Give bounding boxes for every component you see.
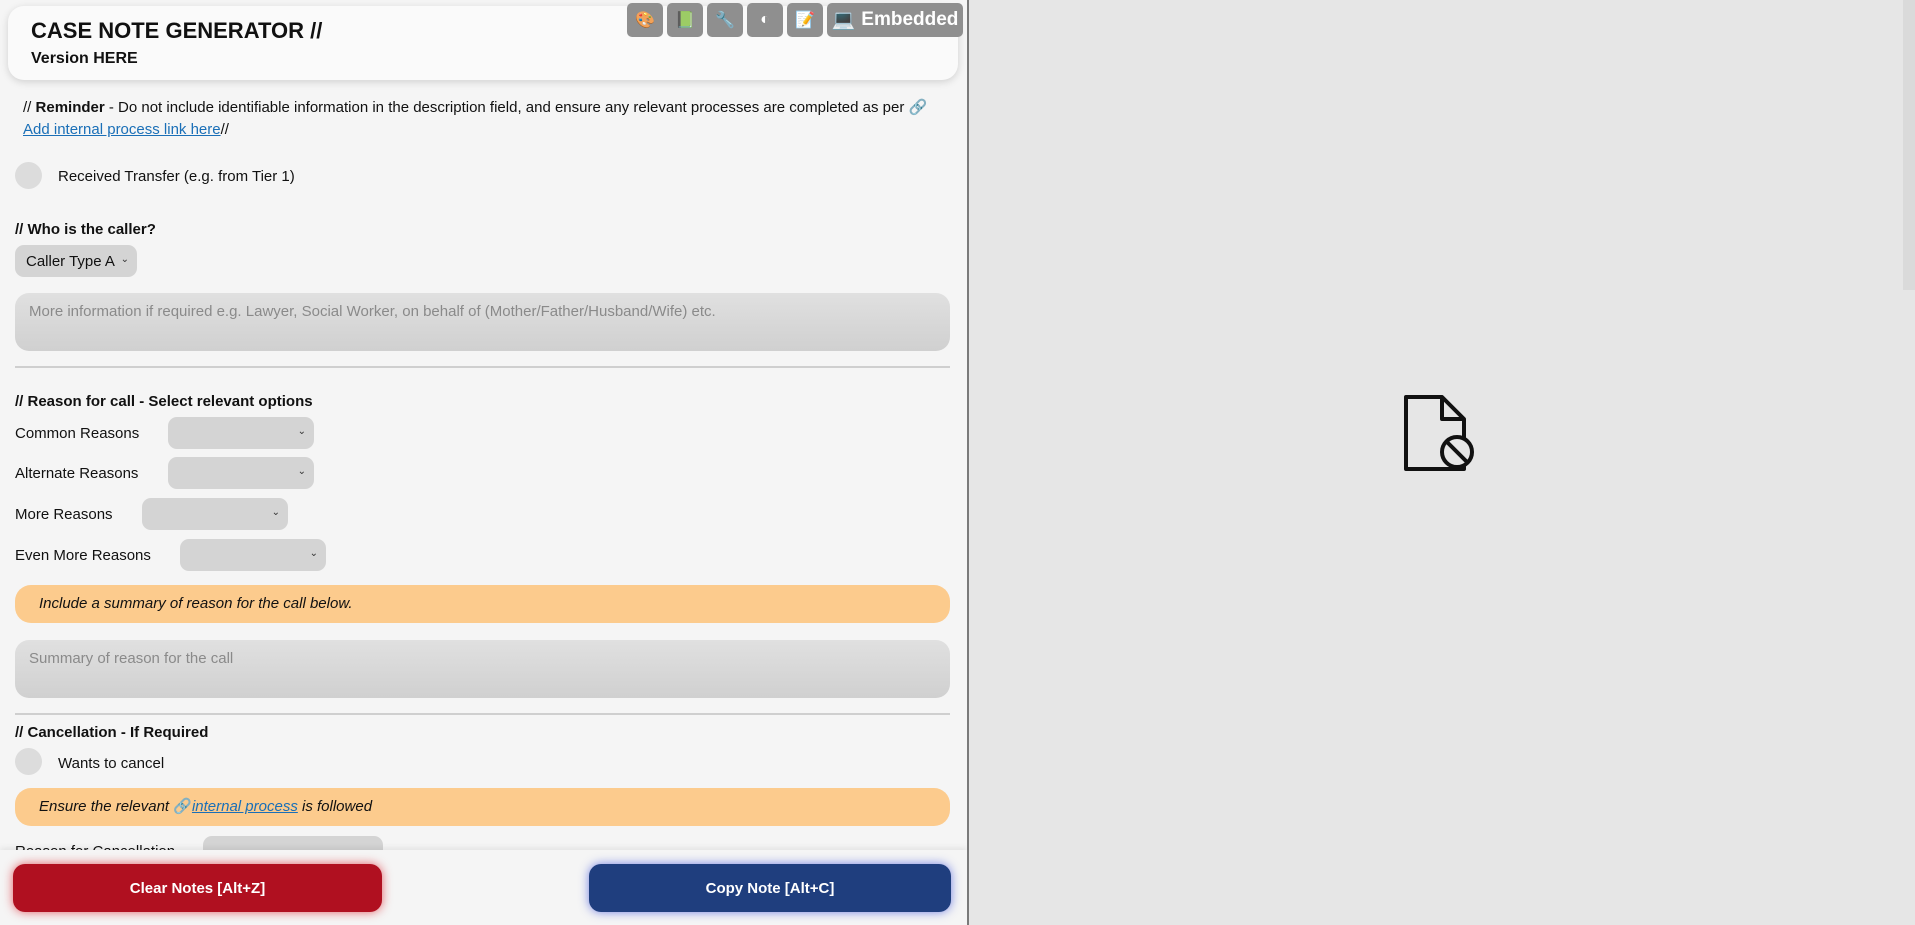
even-more-reasons-label: Even More Reasons [15,547,151,564]
caller-more-info-textarea[interactable]: More information if required e.g. Lawyer… [15,293,950,351]
footer-bar: Clear Notes [Alt+Z] Copy Note [Alt+C] [0,850,967,925]
scrollbar[interactable] [1903,0,1915,290]
caller-type-value: Caller Type A [26,252,115,270]
received-transfer-label: Received Transfer (e.g. from Tier 1) [58,168,295,185]
caller-heading: // Who is the caller? [15,221,156,238]
summary-textarea[interactable]: Summary of reason for the call [15,640,950,698]
contrast-icon[interactable]: ◐ [747,3,783,37]
cancellation-heading: // Cancellation - If Required [15,724,209,741]
blocked-document-icon [1404,395,1474,471]
more-reasons-select[interactable]: ⌄ [142,498,288,530]
version-label: Version HERE [31,50,138,67]
chevron-down-icon: ⌄ [297,466,306,477]
page-title: CASE NOTE GENERATOR // [31,18,323,43]
reminder-prefix: // [23,99,36,116]
cancellation-process-link[interactable]: internal process [192,798,298,815]
internal-process-link[interactable]: Add internal process link here [23,121,221,138]
more-reasons-label: More Reasons [15,506,113,523]
embedded-label: Embedded [861,9,959,30]
embedded-preview-pane [969,0,1915,925]
cancellation-banner-post: is followed [297,798,373,815]
link-icon: 🔗 [173,798,192,815]
reminder-body: - Do not include identifiable informatio… [104,99,909,116]
clear-notes-button[interactable]: Clear Notes [Alt+Z] [13,864,382,912]
palette-icon[interactable]: 🎨 [627,3,663,37]
even-more-reasons-select[interactable]: ⌄ [180,539,326,571]
copy-note-button[interactable]: Copy Note [Alt+C] [589,864,951,912]
link-icon: 🔗 [908,99,928,116]
book-icon[interactable]: 📗 [667,3,703,37]
common-reasons-select[interactable]: ⌄ [168,417,314,449]
chevron-down-icon: ⌄ [297,426,306,437]
wrench-icon[interactable]: 🔧 [707,3,743,37]
chevron-down-icon: ⌄ [120,254,129,265]
reminder-bold: Reminder [35,99,105,116]
section-divider [15,366,950,368]
embedded-button[interactable]: 💻 Embedded [827,3,963,37]
alternate-reasons-label: Alternate Reasons [15,465,139,482]
caller-type-select[interactable]: Caller Type A ⌄ [15,245,137,277]
common-reasons-label: Common Reasons [15,425,140,442]
wants-cancel-label: Wants to cancel [58,755,165,772]
chevron-down-icon: ⌄ [271,507,280,518]
reason-heading: // Reason for call - Select relevant opt… [15,393,313,410]
notepad-icon[interactable]: 📝 [787,3,823,37]
cancellation-banner-pre: Ensure the relevant [39,798,174,815]
laptop-icon: 💻 [831,10,856,31]
received-transfer-radio[interactable] [15,162,42,189]
section-divider [15,713,950,715]
summary-banner: Include a summary of reason for the call… [15,585,950,623]
case-note-panel: CASE NOTE GENERATOR // Version HERE 🎨 📗 … [0,0,969,925]
chevron-down-icon: ⌄ [309,548,318,559]
reminder-text: // Reminder - Do not include identifiabl… [23,97,953,141]
alternate-reasons-select[interactable]: ⌄ [168,457,314,489]
wants-cancel-radio[interactable] [15,748,42,775]
reminder-suffix: // [220,121,229,138]
toolbar: 🎨 📗 🔧 ◐ 📝 💻 Embedded [627,3,963,37]
cancellation-banner: Ensure the relevant 🔗internal process is… [15,788,950,826]
